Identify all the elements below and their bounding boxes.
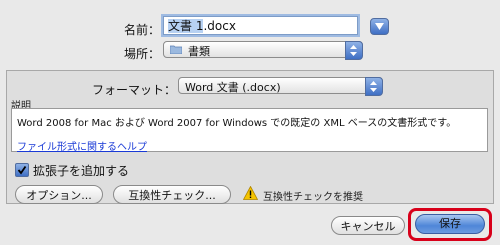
description-text: Word 2008 for Mac および Word 2007 for Wind…: [17, 118, 457, 129]
where-label: 場所：: [123, 47, 160, 61]
name-label: 名前：: [123, 23, 160, 37]
warning-icon: [243, 186, 258, 200]
checkmark-icon: [17, 165, 27, 175]
chevron-down-icon: [375, 23, 384, 30]
format-value: Word 文書 (.docx): [185, 81, 281, 94]
append-extension-checkbox[interactable]: [15, 163, 29, 177]
compatibility-check-button[interactable]: 互換性チェック...: [113, 185, 231, 204]
folder-icon: [170, 45, 182, 54]
where-select[interactable]: 書類: [163, 41, 363, 60]
filename-extension: .docx: [203, 19, 236, 33]
expand-dialog-button[interactable]: [370, 18, 389, 35]
format-select-arrows: [365, 77, 383, 96]
description-box: Word 2008 for Mac および Word 2007 for Wind…: [11, 108, 488, 153]
where-select-arrows: [345, 41, 363, 60]
updown-arrows-icon: [350, 45, 357, 56]
append-extension-label[interactable]: 拡張子を追加する: [33, 162, 129, 179]
filename-selected-text: 文書 1: [168, 19, 204, 33]
cancel-button[interactable]: キャンセル: [331, 216, 405, 235]
file-format-help-link[interactable]: ファイル形式に関するヘルプ: [17, 138, 147, 153]
options-button[interactable]: オプション...: [15, 185, 103, 204]
format-select[interactable]: Word 文書 (.docx): [178, 77, 383, 96]
filename-field[interactable]: 文書 1.docx: [163, 16, 358, 35]
format-label: フォーマット：: [91, 83, 176, 97]
save-button[interactable]: 保存: [415, 214, 485, 234]
updown-arrows-icon: [370, 81, 377, 92]
where-value: 書類: [188, 45, 210, 58]
compatibility-warning-text: 互換性チェックを推奨: [263, 192, 363, 203]
